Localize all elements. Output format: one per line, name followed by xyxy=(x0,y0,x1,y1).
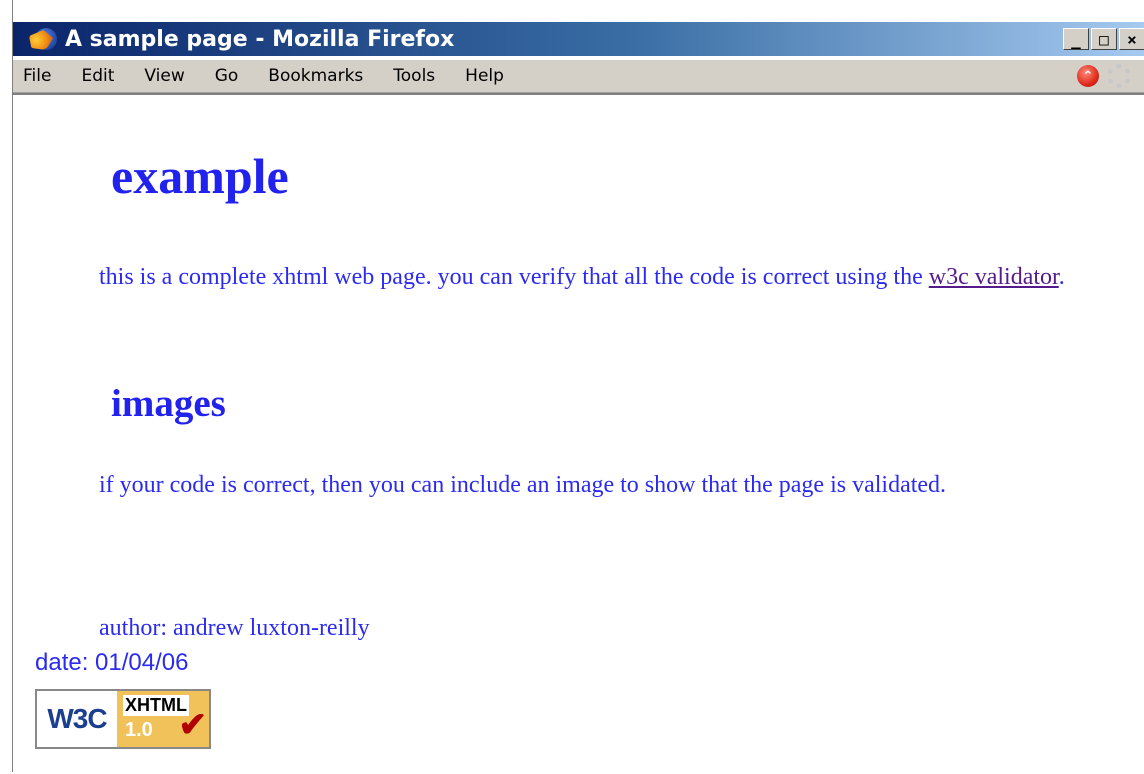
section-heading-images: images xyxy=(111,382,226,425)
page-heading: example xyxy=(111,148,289,204)
checkmark-icon: ✔ xyxy=(178,707,208,744)
date-line: date: 01/04/06 xyxy=(35,649,189,676)
w3c-logo: W3C xyxy=(47,703,107,734)
firefox-icon xyxy=(29,26,61,52)
page-content: example this is a complete xhtml web pag… xyxy=(13,93,1144,774)
menu-bookmarks[interactable]: Bookmarks xyxy=(268,66,363,86)
author-line: author: andrew luxton-reilly xyxy=(99,615,370,641)
minimize-button[interactable]: _ xyxy=(1063,28,1089,50)
images-paragraph: if your code is correct, then you can in… xyxy=(35,467,1139,503)
intro-text: this is a complete xhtml web page. you c… xyxy=(99,264,923,290)
menu-go[interactable]: Go xyxy=(215,66,239,86)
menu-edit[interactable]: Edit xyxy=(81,66,114,86)
intro-paragraph: this is a complete xhtml web page. you c… xyxy=(35,259,1139,295)
images-text: if your code is correct, then you can in… xyxy=(99,472,947,498)
menu-file[interactable]: File xyxy=(23,66,51,86)
browser-window: A sample page - Mozilla Firefox _ □ × Fi… xyxy=(12,0,1144,774)
window-controls: _ □ × xyxy=(1063,28,1144,50)
menu-view[interactable]: View xyxy=(144,66,184,86)
menu-tools[interactable]: Tools xyxy=(393,66,435,86)
update-available-icon[interactable]: ⌃ xyxy=(1077,65,1099,87)
close-button[interactable]: × xyxy=(1119,28,1144,50)
maximize-button[interactable]: □ xyxy=(1091,28,1117,50)
xhtml-valid-badge[interactable]: W3C XHTML 1.0 ✔ xyxy=(35,689,211,749)
menubar-status: ⌃ xyxy=(1077,64,1131,88)
throbber-icon xyxy=(1107,64,1131,88)
badge-version: 1.0 xyxy=(125,719,153,741)
menu-help[interactable]: Help xyxy=(465,66,504,86)
title-bar[interactable]: A sample page - Mozilla Firefox _ □ × xyxy=(13,22,1144,56)
w3c-validator-link[interactable]: w3c validator xyxy=(929,264,1059,290)
menu-bar: File Edit View Go Bookmarks Tools Help ⌃ xyxy=(13,60,1144,93)
window-title: A sample page - Mozilla Firefox xyxy=(65,26,455,52)
intro-end: . xyxy=(1058,264,1065,290)
